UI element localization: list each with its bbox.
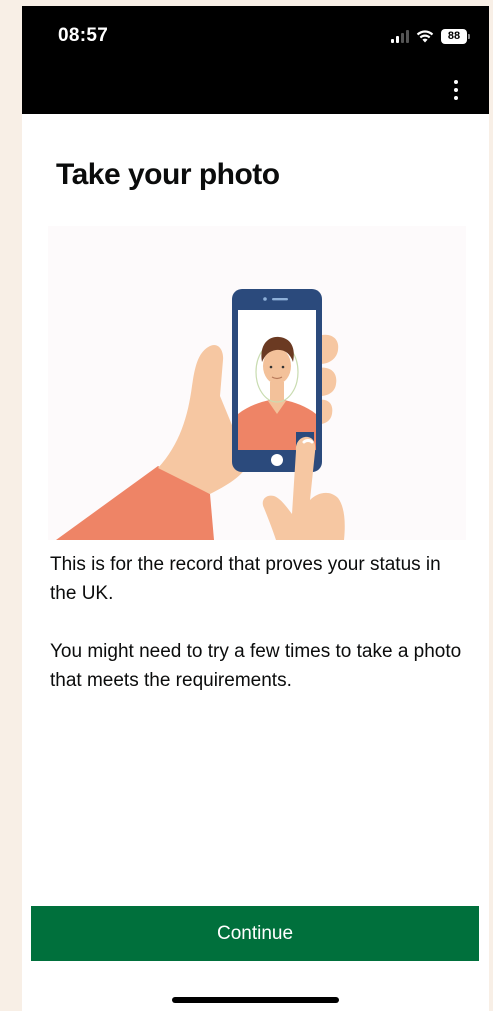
status-bar: 08:57 88: [22, 6, 489, 114]
selfie-illustration: [48, 226, 466, 540]
paragraph-retry: You might need to try a few times to tak…: [50, 641, 462, 691]
wifi-icon: [416, 30, 434, 43]
signal-icon: [391, 29, 409, 43]
body-text: This is for the record that proves your …: [50, 550, 470, 724]
status-icons: 88: [391, 26, 470, 46]
battery-level: 88: [447, 30, 461, 42]
status-time: 08:57: [58, 25, 109, 46]
battery-icon: 88: [441, 28, 470, 44]
home-indicator[interactable]: [172, 997, 339, 1003]
app-screen: 08:57 88 Take your photo This is for the…: [22, 6, 489, 1011]
page-title: Take your photo: [56, 158, 280, 191]
more-vertical-icon[interactable]: [441, 72, 471, 108]
hand-holding-phone-icon: [56, 289, 345, 540]
continue-button[interactable]: Continue: [31, 906, 479, 961]
paragraph-status: This is for the record that proves your …: [50, 554, 441, 604]
